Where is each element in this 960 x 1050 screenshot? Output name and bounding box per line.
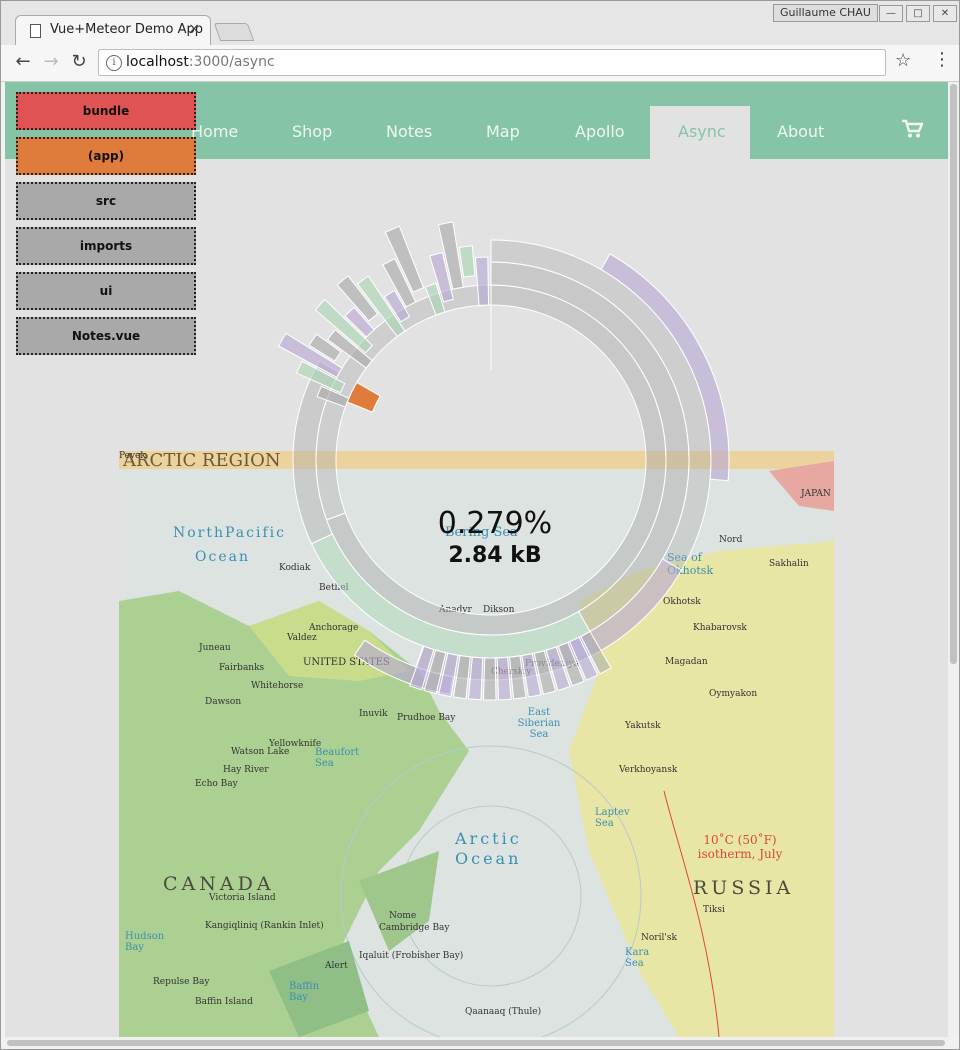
- bookmark-star-icon[interactable]: ☆: [895, 50, 911, 71]
- sunburst-segment[interactable]: [458, 245, 476, 278]
- size-label: 2.84 kB: [448, 543, 542, 568]
- maximize-button[interactable]: □: [906, 5, 930, 22]
- breadcrumb-notes-vue[interactable]: Notes.vue: [16, 317, 196, 355]
- url-host: localhost: [126, 54, 189, 70]
- browser-tab[interactable]: Vue+Meteor Demo App ×: [15, 15, 211, 46]
- tab-close-icon[interactable]: ×: [188, 21, 200, 37]
- close-window-button[interactable]: ✕: [933, 5, 957, 22]
- title-bar: Vue+Meteor Demo App × Guillaume CHAU — □…: [1, 1, 959, 46]
- url-path: :3000/async: [188, 54, 275, 70]
- scroll-thumb[interactable]: [950, 84, 957, 664]
- breadcrumb-ui[interactable]: ui: [16, 272, 196, 310]
- new-tab-button[interactable]: [213, 23, 255, 41]
- tab-title: Vue+Meteor Demo App: [50, 22, 204, 37]
- vertical-scrollbar[interactable]: [948, 82, 959, 1037]
- percent-label: 0.279%: [437, 506, 553, 541]
- horizontal-scrollbar[interactable]: [5, 1037, 948, 1049]
- reload-icon[interactable]: ↻: [68, 51, 90, 72]
- breadcrumb-imports[interactable]: imports: [16, 227, 196, 265]
- sunburst-center: 0.279% 2.84 kB: [395, 506, 595, 568]
- minimize-button[interactable]: —: [879, 5, 903, 22]
- breadcrumb-app[interactable]: (app): [16, 137, 196, 175]
- breadcrumb: bundle (app) src imports ui Notes.vue: [16, 92, 196, 362]
- profile-button[interactable]: Guillaume CHAU: [773, 4, 878, 22]
- browser-window: Vue+Meteor Demo App × Guillaume CHAU — □…: [0, 0, 960, 1050]
- breadcrumb-src[interactable]: src: [16, 182, 196, 220]
- back-icon[interactable]: ←: [12, 51, 34, 72]
- page-icon: [30, 24, 41, 38]
- url-text: localhost:3000/async: [126, 54, 275, 70]
- breadcrumb-bundle[interactable]: bundle: [16, 92, 196, 130]
- browser-menu-icon[interactable]: ⋮: [933, 49, 951, 70]
- scroll-thumb[interactable]: [7, 1040, 945, 1046]
- info-icon[interactable]: i: [106, 55, 122, 71]
- sunburst-segment[interactable]: [482, 657, 497, 701]
- browser-toolbar: ← → ↻ i localhost:3000/async ☆ ⋮: [1, 45, 959, 82]
- address-bar[interactable]: i localhost:3000/async: [98, 49, 886, 76]
- forward-icon[interactable]: →: [40, 51, 62, 72]
